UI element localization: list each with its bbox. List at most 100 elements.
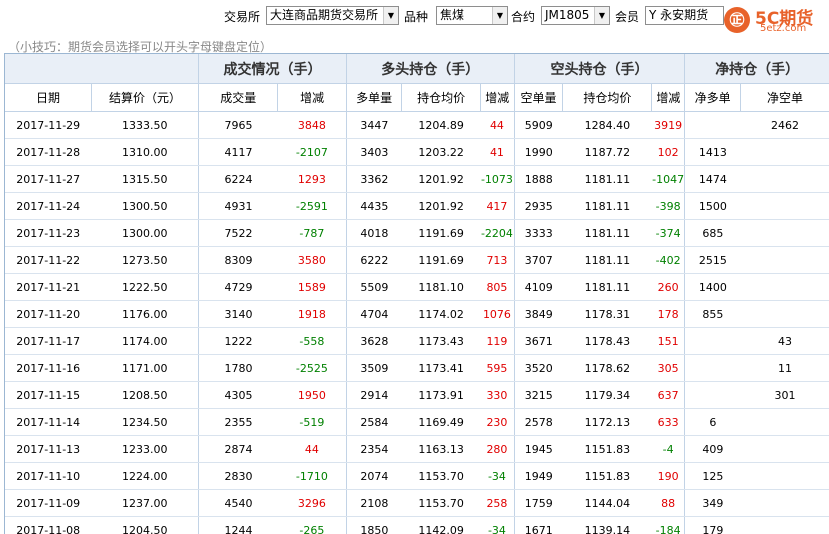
cell-long-avg: 1153.70: [402, 463, 480, 490]
contract-select[interactable]: JM1805 ▼: [541, 6, 610, 25]
cell-long-change: 1076: [480, 301, 514, 328]
cell-short-change: 260: [652, 274, 685, 301]
table-row: 2017-11-131233.0028744423541163.13280194…: [5, 436, 829, 463]
col-header-volume: 成交量: [199, 84, 278, 112]
cell-date: 2017-11-10: [5, 463, 91, 490]
cell-volume-change: -787: [278, 220, 346, 247]
cell-settle: 1174.00: [91, 328, 198, 355]
cell-short: 4109: [514, 274, 563, 301]
member-label: 会员: [615, 8, 639, 25]
cell-long-change: 119: [480, 328, 514, 355]
cell-net-long: 685: [685, 220, 741, 247]
cell-net-short: 2462: [740, 112, 829, 139]
cell-short: 3671: [514, 328, 563, 355]
exchange-select[interactable]: 大连商品期货交易所 ▼: [266, 6, 399, 25]
cell-net-long: 1413: [685, 139, 741, 166]
table-row: 2017-11-241300.504931-259144351201.92417…: [5, 193, 829, 220]
table-row: 2017-11-211222.504729158955091181.108054…: [5, 274, 829, 301]
cell-net-short: 11: [740, 355, 829, 382]
cell-short: 2578: [514, 409, 563, 436]
cell-long-change: 280: [480, 436, 514, 463]
variety-label: 品种: [404, 8, 428, 25]
cell-long: 6222: [346, 247, 402, 274]
cell-date: 2017-11-23: [5, 220, 91, 247]
column-header-row: 日期 结算价（元） 成交量 增减 多单量 持仓均价 增减 空单量 持仓均价 增减…: [5, 84, 829, 112]
table-row: 2017-11-231300.007522-78740181191.69-220…: [5, 220, 829, 247]
variety-value: 焦煤: [440, 8, 464, 22]
cell-long: 4704: [346, 301, 402, 328]
cell-short-avg: 1181.11: [563, 247, 652, 274]
cell-volume-change: -2591: [278, 193, 346, 220]
cell-long: 3362: [346, 166, 402, 193]
cell-net-long: 1400: [685, 274, 741, 301]
cell-long: 5509: [346, 274, 402, 301]
cell-long-avg: 1204.89: [402, 112, 480, 139]
cell-date: 2017-11-28: [5, 139, 91, 166]
cell-date: 2017-11-27: [5, 166, 91, 193]
cell-volume: 4117: [199, 139, 278, 166]
cell-volume: 1244: [199, 517, 278, 534]
chevron-down-icon: ▼: [594, 7, 609, 24]
cell-short-avg: 1178.62: [563, 355, 652, 382]
cell-net-short: [740, 139, 829, 166]
cell-date: 2017-11-15: [5, 382, 91, 409]
logo-site: 5etz.com: [760, 23, 806, 34]
cell-volume: 3140: [199, 301, 278, 328]
cell-short-avg: 1178.31: [563, 301, 652, 328]
cell-net-long: [685, 355, 741, 382]
cell-short-change: -4: [652, 436, 685, 463]
cell-long-change: -2204: [480, 220, 514, 247]
cell-settle: 1310.00: [91, 139, 198, 166]
cell-settle: 1237.00: [91, 490, 198, 517]
group-header-row: 成交情况（手） 多头持仓（手） 空头持仓（手） 净持仓（手）: [5, 54, 829, 84]
cell-date: 2017-11-20: [5, 301, 91, 328]
cell-short-change: 305: [652, 355, 685, 382]
cell-settle: 1204.50: [91, 517, 198, 534]
cell-long-avg: 1173.41: [402, 355, 480, 382]
cell-settle: 1171.00: [91, 355, 198, 382]
cell-short-change: -1047: [652, 166, 685, 193]
table-row: 2017-11-151208.504305195029141173.913303…: [5, 382, 829, 409]
cell-net-long: 6: [685, 409, 741, 436]
cell-short: 3849: [514, 301, 563, 328]
cell-long-avg: 1181.10: [402, 274, 480, 301]
col-header-short: 空单量: [514, 84, 563, 112]
cell-net-long: [685, 382, 741, 409]
variety-select[interactable]: 焦煤 ▼: [436, 6, 508, 25]
cell-short-avg: 1181.11: [563, 193, 652, 220]
cell-net-short: [740, 220, 829, 247]
cell-volume: 6224: [199, 166, 278, 193]
cell-long-avg: 1191.69: [402, 220, 480, 247]
cell-net-short: [740, 517, 829, 534]
cell-short: 1759: [514, 490, 563, 517]
cell-net-long: 855: [685, 301, 741, 328]
cell-volume: 8309: [199, 247, 278, 274]
cell-long: 2914: [346, 382, 402, 409]
logo-icon: ㊣: [724, 7, 750, 33]
cell-long-change: 805: [480, 274, 514, 301]
cell-settle: 1300.00: [91, 220, 198, 247]
member-select[interactable]: Y 永安期货: [645, 6, 724, 25]
cell-date: 2017-11-29: [5, 112, 91, 139]
table-row: 2017-11-221273.508309358062221191.697133…: [5, 247, 829, 274]
cell-long-change: 41: [480, 139, 514, 166]
cell-net-short: [740, 301, 829, 328]
cell-volume-change: 1293: [278, 166, 346, 193]
col-header-long-change: 增减: [480, 84, 514, 112]
cell-short: 1945: [514, 436, 563, 463]
cell-long-change: -34: [480, 517, 514, 534]
col-header-short-change: 增减: [652, 84, 685, 112]
cell-volume: 1780: [199, 355, 278, 382]
cell-long-avg: 1163.13: [402, 436, 480, 463]
cell-long: 1850: [346, 517, 402, 534]
cell-net-long: 1474: [685, 166, 741, 193]
col-header-date: 日期: [5, 84, 91, 112]
cell-long-change: 230: [480, 409, 514, 436]
cell-volume: 2355: [199, 409, 278, 436]
site-logo[interactable]: ㊣ 5C期货 5etz.com: [722, 1, 829, 39]
cell-long: 2108: [346, 490, 402, 517]
cell-volume-change: 3296: [278, 490, 346, 517]
cell-volume-change: -519: [278, 409, 346, 436]
cell-volume-change: 1589: [278, 274, 346, 301]
group-header-short: 空头持仓（手）: [514, 54, 685, 84]
